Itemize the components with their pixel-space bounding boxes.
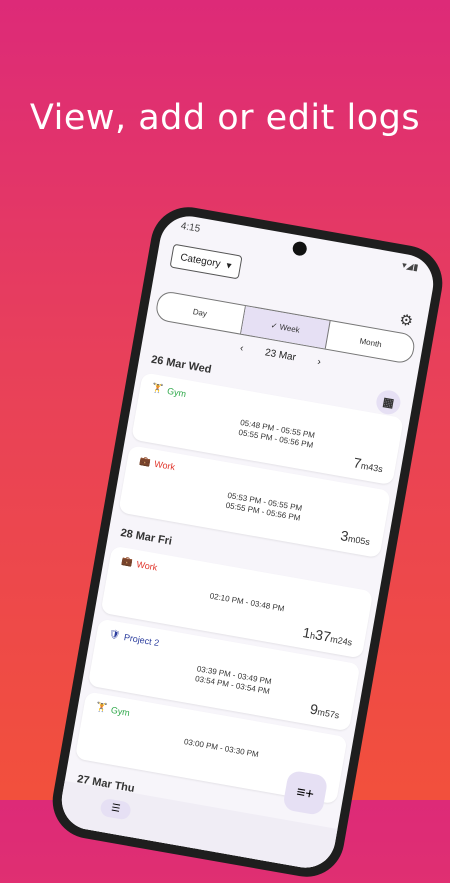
log-category: 🛡 Project 2 bbox=[108, 628, 160, 648]
app-screen: 4:15 ▾◢▮ Category ▾ ⚙ Day ✓ Week Month ‹… bbox=[57, 211, 438, 873]
category-name: Gym bbox=[110, 704, 131, 718]
day-header-label: 26 Mar Wed bbox=[150, 353, 213, 377]
log-duration: 9m57s bbox=[309, 701, 341, 722]
log-category: 💼 Work bbox=[121, 556, 158, 573]
log-category: 🏋 Gym bbox=[151, 382, 187, 399]
category-name: Work bbox=[135, 558, 159, 573]
category-dropdown-label: Category bbox=[179, 251, 222, 270]
log-duration: 3m05s bbox=[339, 527, 371, 548]
grid-view-icon[interactable]: ▦ bbox=[374, 388, 403, 417]
duration-part: s bbox=[364, 536, 371, 548]
duration-part: s bbox=[333, 709, 341, 721]
chevron-right-icon[interactable]: › bbox=[317, 356, 322, 367]
category-icon: 🏋 bbox=[151, 382, 165, 395]
time-range: 03:00 PM - 03:30 PM bbox=[183, 737, 260, 760]
category-icon: 💼 bbox=[121, 555, 134, 568]
gear-icon[interactable]: ⚙ bbox=[398, 310, 414, 330]
log-category: 💼 Work bbox=[139, 455, 176, 472]
log-times: 03:39 PM - 03:49 PM 03:54 PM - 03:54 PM bbox=[170, 660, 297, 701]
status-icons: ▾◢▮ bbox=[401, 259, 420, 273]
phone-frame: 4:15 ▾◢▮ Category ▾ ⚙ Day ✓ Week Month ‹… bbox=[46, 201, 449, 883]
category-name: Project 2 bbox=[123, 631, 161, 648]
list-icon[interactable]: ☰ bbox=[99, 797, 132, 821]
category-icon: 🏋 bbox=[95, 701, 109, 714]
chevron-left-icon[interactable]: ‹ bbox=[239, 342, 244, 353]
chevron-down-icon: ▾ bbox=[225, 259, 233, 272]
status-time: 4:15 bbox=[179, 220, 201, 235]
log-times: 02:10 PM - 03:48 PM bbox=[185, 587, 310, 619]
segment-week-label: Week bbox=[278, 321, 301, 335]
day-header-label: 28 Mar Fri bbox=[119, 526, 173, 548]
log-category: 🏋 Gym bbox=[95, 701, 131, 718]
duration-part: s bbox=[346, 636, 353, 648]
category-name: Work bbox=[153, 458, 176, 472]
category-name: Gym bbox=[166, 385, 187, 399]
duration-part: s bbox=[377, 463, 384, 475]
log-times: 05:53 PM - 05:55 PM 05:55 PM - 05:56 PM bbox=[200, 487, 327, 528]
category-icon: 🛡 bbox=[108, 628, 122, 641]
check-icon: ✓ bbox=[270, 320, 279, 331]
log-duration: 7m43s bbox=[352, 454, 384, 475]
log-times: 05:48 PM - 05:55 PM 05:55 PM - 05:56 PM bbox=[213, 414, 340, 455]
log-duration: 1h37m24s bbox=[301, 624, 353, 649]
add-log-button[interactable]: ≡+ bbox=[282, 769, 329, 817]
current-date-label: 23 Mar bbox=[264, 346, 297, 364]
category-icon: 💼 bbox=[138, 455, 152, 467]
time-range: 02:10 PM - 03:48 PM bbox=[209, 591, 286, 614]
category-dropdown[interactable]: Category ▾ bbox=[169, 243, 243, 280]
log-times: 03:00 PM - 03:30 PM bbox=[159, 733, 284, 765]
headline: View, add or edit logs bbox=[29, 98, 421, 138]
